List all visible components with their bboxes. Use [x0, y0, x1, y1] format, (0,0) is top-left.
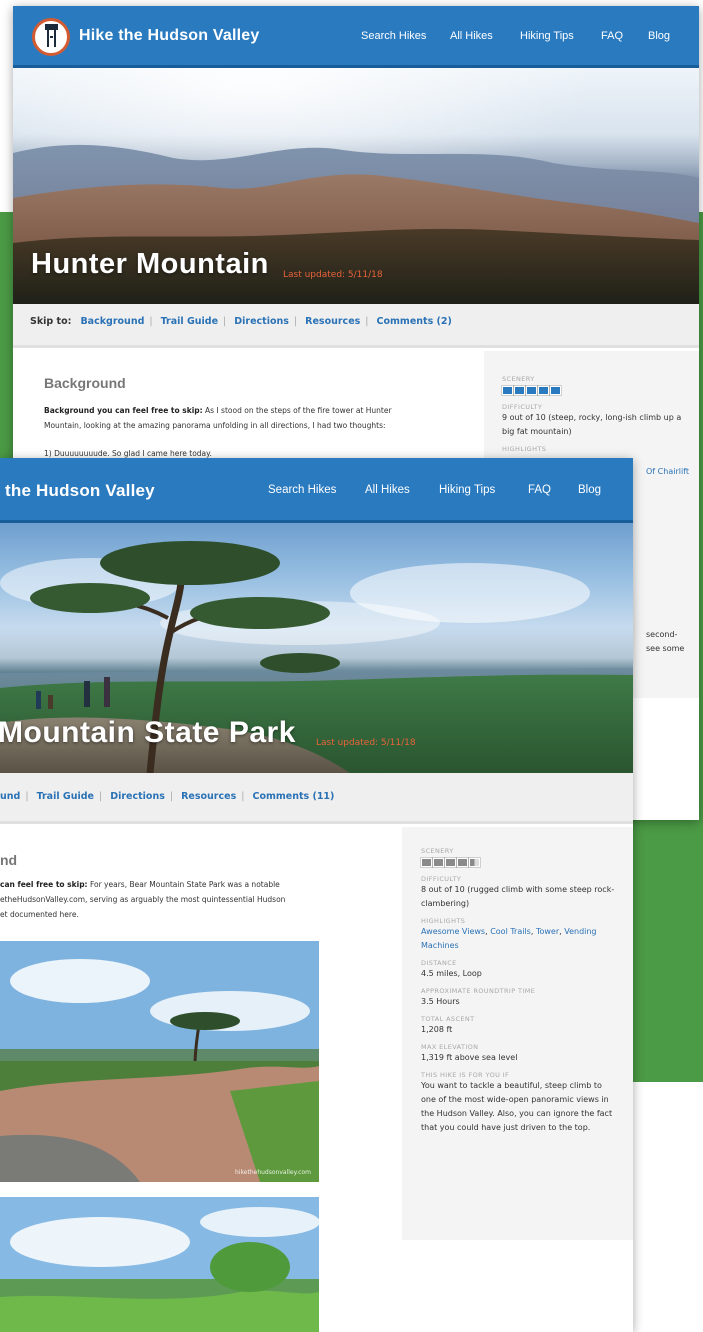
nav-all-hikes[interactable]: All Hikes [450, 30, 493, 42]
hero-image-hunter: Hunter Mountain Last updated: 5/11/18 [13, 68, 699, 304]
max-elevation-value: 1,319 ft above sea level [421, 1053, 518, 1062]
star-icon [433, 858, 444, 867]
background-paragraph-bear: can feel free to skip: For years, Bear M… [0, 880, 286, 919]
highlight-link-cool-trails[interactable]: Cool Trails [490, 927, 531, 936]
nav-search-hikes[interactable]: Search Hikes [268, 484, 336, 496]
nav-faq[interactable]: FAQ [601, 30, 623, 42]
highlight-link-tower[interactable]: Tower [536, 927, 559, 936]
star-icon [445, 858, 456, 867]
difficulty-value: 8 out of 10 (rugged climb with some stee… [421, 885, 615, 908]
star-icon [421, 858, 432, 867]
nav-faq[interactable]: FAQ [528, 484, 551, 496]
fire-tower-logo-icon[interactable] [32, 18, 70, 56]
max-elevation-label: MAX ELEVATION [421, 1043, 479, 1051]
skip-link-comments[interactable]: Comments (2) [377, 316, 452, 327]
nav-hiking-tips[interactable]: Hiking Tips [520, 30, 574, 42]
skip-link-directions[interactable]: Directions [234, 316, 289, 327]
highlights-list: Awesome Views, Cool Trails, Tower, Vendi… [421, 927, 597, 950]
background-heading-hunter: Background [44, 375, 126, 391]
skip-to-bar-hunter: Skip to: Background | Trail Guide | Direct… [13, 304, 699, 348]
skip-link-directions[interactable]: Directions [110, 791, 165, 802]
site-header: the Hudson Valley Search Hikes All Hikes… [0, 458, 633, 523]
site-header: Hike the Hudson Valley Search Hikes All … [13, 6, 699, 68]
page-title-hunter: Hunter Mountain [31, 248, 269, 280]
site-brand[interactable]: Hike the Hudson Valley [79, 27, 259, 45]
nav-all-hikes[interactable]: All Hikes [365, 484, 410, 496]
trail-photo-2 [0, 1197, 319, 1332]
skip-link-background[interactable]: und [0, 791, 20, 802]
difficulty-value: 9 out of 10 (steep, rocky, long-ish clim… [502, 413, 682, 436]
trail-photo-1: hikethehudsonvalley.com [0, 941, 319, 1182]
skip-link-background[interactable]: Background [80, 316, 144, 327]
skip-link-trail-guide[interactable]: Trail Guide [161, 316, 218, 327]
skip-link-resources[interactable]: Resources [305, 316, 360, 327]
highlights-label: HIGHLIGHTS [421, 917, 466, 925]
scenery-label: SCENERY [502, 375, 535, 383]
distance-label: DISTANCE [421, 959, 457, 967]
nav-blog[interactable]: Blog [648, 30, 670, 42]
highlight-link-chairlift[interactable]: Of Chairlift [646, 465, 689, 479]
page-title-bear: Mountain State Park [0, 716, 296, 749]
scenery-label: SCENERY [421, 847, 454, 855]
for-you-value: You want to tackle a beautiful, steep cl… [421, 1081, 613, 1132]
scenery-rating [421, 858, 633, 867]
total-ascent-label: TOTAL ASCENT [421, 1015, 475, 1023]
last-updated-hunter: Last updated: 5/11/18 [283, 270, 383, 280]
screenshot-stage: Hike the Hudson Valley Search Hikes All … [0, 0, 703, 1332]
highlights-label: HIGHLIGHTS [502, 445, 547, 453]
last-updated-bear: Last updated: 5/11/18 [316, 738, 416, 748]
star-icon [502, 386, 513, 395]
nav-search-hikes[interactable]: Search Hikes [361, 30, 426, 42]
summary-snippet-2: see some [646, 644, 685, 653]
photo-watermark: hikethehudsonvalley.com [235, 1169, 311, 1176]
half-star-icon [469, 858, 480, 867]
star-icon [457, 858, 468, 867]
summary-snippet-1: second- [646, 630, 678, 639]
hero-image-bear: Mountain State Park Last updated: 5/11/1… [0, 523, 633, 773]
site-brand[interactable]: the Hudson Valley [5, 481, 155, 501]
star-icon [514, 386, 525, 395]
hike-stats-sidebar-bear: SCENERY DIFFICULTY 8 out of 10 (rugged c… [402, 827, 633, 1240]
star-icon [526, 386, 537, 395]
scenery-rating [502, 386, 699, 395]
difficulty-label: DIFFICULTY [421, 875, 462, 883]
skip-to-bar-bear: und | Trail Guide | Directions | Resources |… [0, 773, 633, 824]
difficulty-label: DIFFICULTY [502, 403, 543, 411]
roundtrip-time-value: 3.5 Hours [421, 997, 460, 1006]
bear-mountain-page: the Hudson Valley Search Hikes All Hikes… [0, 458, 633, 1332]
skip-link-resources[interactable]: Resources [181, 791, 236, 802]
roundtrip-time-label: APPROXIMATE ROUNDTRIP TIME [421, 987, 536, 995]
total-ascent-value: 1,208 ft [421, 1025, 453, 1034]
star-icon [550, 386, 561, 395]
star-icon [538, 386, 549, 395]
background-paragraph-hunter: Background you can feel free to skip: As… [44, 406, 392, 430]
nav-blog[interactable]: Blog [578, 484, 601, 496]
distance-value: 4.5 miles, Loop [421, 969, 482, 978]
skip-link-comments[interactable]: Comments (11) [252, 791, 334, 802]
skip-to-label: Skip to: [30, 316, 72, 327]
highlight-link-awesome-views[interactable]: Awesome Views [421, 927, 485, 936]
for-you-label: THIS HIKE IS FOR YOU IF [421, 1071, 510, 1079]
nav-hiking-tips[interactable]: Hiking Tips [439, 484, 495, 496]
skip-link-trail-guide[interactable]: Trail Guide [37, 791, 94, 802]
background-heading-bear: nd [0, 852, 18, 868]
page-content-bear: nd can feel free to skip: For years, Bea… [0, 827, 633, 1332]
